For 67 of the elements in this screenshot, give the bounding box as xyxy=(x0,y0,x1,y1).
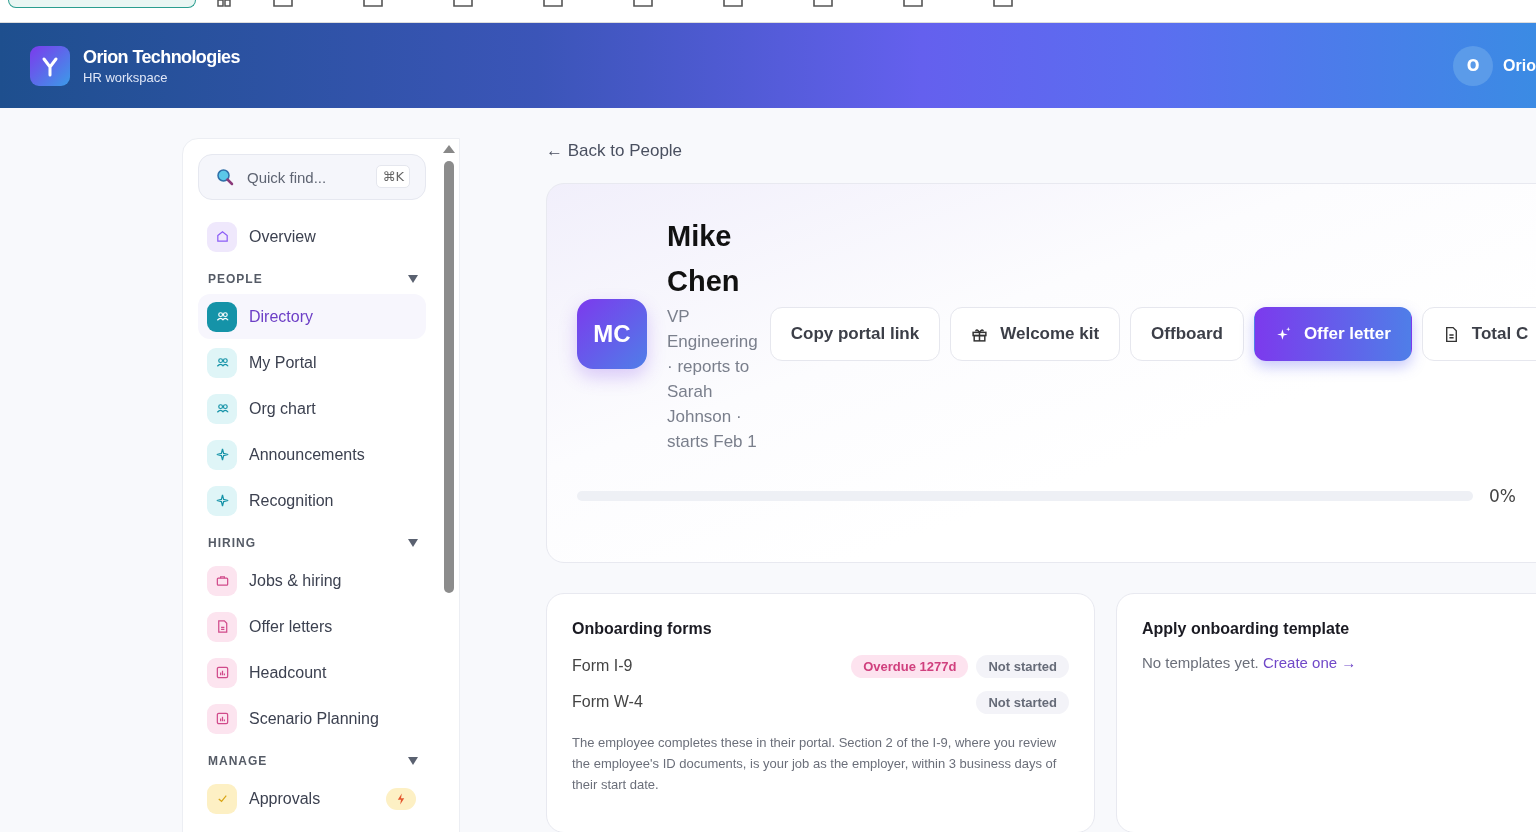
status-badge: Not started xyxy=(976,690,1069,714)
card-title: Onboarding forms xyxy=(572,620,713,638)
sidebar-item[interactable]: My Portal xyxy=(198,340,426,385)
collapse-icon[interactable] xyxy=(408,757,418,765)
progress-reading: 0% xyxy=(1489,486,1516,506)
primary-button[interactable]: Offer letter xyxy=(1253,307,1412,361)
logo-icon xyxy=(30,45,70,86)
folder-icon[interactable] xyxy=(632,0,654,8)
chart-icon xyxy=(214,711,230,726)
section-heading: PEOPLE xyxy=(208,272,263,286)
people-icon xyxy=(214,355,230,370)
section-heading: HIRING xyxy=(208,536,256,550)
sidebar-item[interactable]: Overview xyxy=(198,214,426,259)
bookmark-chip[interactable] xyxy=(8,0,196,8)
folder-icon[interactable] xyxy=(902,0,924,8)
sidebar-item[interactable]: Jobs & hiring xyxy=(198,558,426,603)
create-link[interactable]: Create one → xyxy=(1262,654,1357,671)
scroll-up-icon[interactable] xyxy=(443,145,455,153)
profile-avatar: MC xyxy=(577,299,647,369)
workspace-label: HR workspace xyxy=(83,69,169,85)
folder-icon[interactable] xyxy=(542,0,564,8)
action-button[interactable]: Total C xyxy=(1421,307,1536,361)
status-badge: Not started xyxy=(976,654,1069,678)
action-button[interactable]: Copy portal link xyxy=(769,307,941,361)
sparkle-icon xyxy=(214,493,230,508)
back-link[interactable]: ← Back to People xyxy=(546,141,1536,161)
company-name: Orion Technologies xyxy=(83,46,240,68)
overdue-badge: Overdue 1277d xyxy=(851,654,969,678)
collapse-icon[interactable] xyxy=(408,539,418,547)
card-title: Apply onboarding template xyxy=(1142,620,1351,638)
sidebar-item[interactable]: Offer letters xyxy=(198,604,426,649)
sidebar-item[interactable]: Scenario Planning xyxy=(198,696,426,741)
sidebar-item[interactable]: Org chart xyxy=(198,386,426,431)
chart-icon xyxy=(214,665,230,680)
sidebar-item[interactable]: Announcements xyxy=(198,432,426,477)
sidebar-item[interactable]: Approvals xyxy=(198,776,426,821)
briefcase-icon xyxy=(214,573,230,588)
search-icon xyxy=(216,168,234,186)
employee-name: Mike Chen xyxy=(667,219,741,299)
shortcut-hint: ⌘K xyxy=(376,165,410,188)
sidebar-item[interactable]: Headcount xyxy=(198,650,426,695)
user-name[interactable]: Orio xyxy=(1503,56,1536,75)
section-heading: MANAGE xyxy=(208,754,268,768)
action-button[interactable]: Welcome kit xyxy=(950,307,1121,361)
people-icon xyxy=(214,401,230,416)
sparkle-icon xyxy=(1274,325,1292,343)
folder-icon[interactable] xyxy=(812,0,834,8)
collapse-icon[interactable] xyxy=(408,275,418,283)
folder-icon[interactable] xyxy=(992,0,1014,8)
apps-icon[interactable] xyxy=(214,0,234,8)
form-name: Form W-4 xyxy=(572,693,643,711)
home-icon xyxy=(214,229,230,244)
folder-icon[interactable] xyxy=(362,0,384,8)
forms-note: The employee completes these in their portal. Section 2 of the I-9, where you review the employee's ID documents, is your job as the employer, within 3 business days of their start date. xyxy=(572,734,1058,794)
folder-icon[interactable] xyxy=(722,0,744,8)
sidebar-item[interactable]: Directory xyxy=(198,294,426,339)
scrollbar-thumb[interactable] xyxy=(444,161,454,593)
action-button[interactable]: Offboard xyxy=(1130,307,1244,361)
employee-details: VP Engineering · reports to Sarah Johnson · starts Feb 1 xyxy=(667,306,758,453)
people-icon xyxy=(214,309,230,324)
folder-icon[interactable] xyxy=(272,0,294,8)
sparkle-icon xyxy=(214,447,230,462)
empty-message: No templates yet. Create one → xyxy=(1142,654,1358,671)
lightning-icon xyxy=(397,792,405,805)
sidebar-item[interactable]: Recognition xyxy=(198,478,426,523)
folder-icon[interactable] xyxy=(452,0,474,8)
form-name: Form I-9 xyxy=(572,657,633,675)
